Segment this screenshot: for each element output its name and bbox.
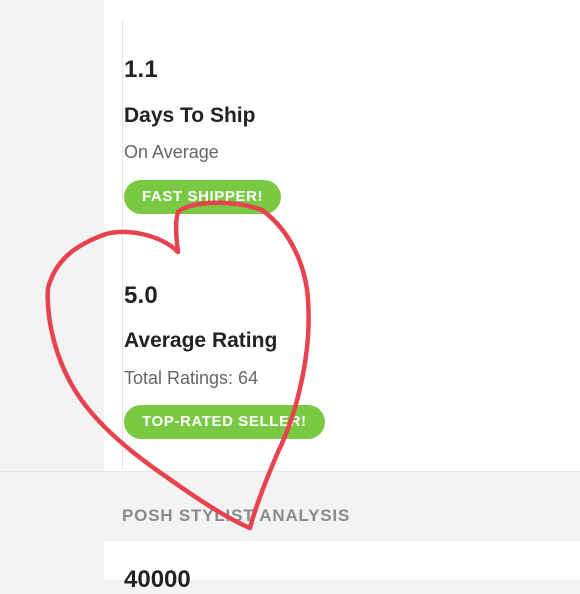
average-rating-label: Average Rating: [124, 329, 278, 352]
days-to-ship-label: Days To Ship: [124, 104, 256, 127]
card-left-border: [122, 20, 123, 470]
analysis-partial-value: 40000: [124, 566, 191, 593]
seller-stats-page: 1.1 Days To Ship On Average FAST SHIPPER…: [0, 0, 580, 593]
stats-card: [104, 0, 580, 471]
posh-stylist-analysis-heading: POSH STYLIST ANALYSIS: [122, 506, 351, 525]
average-rating-value: 5.0: [124, 282, 158, 309]
fast-shipper-badge: FAST SHIPPER!: [124, 180, 282, 214]
days-to-ship-sub: On Average: [124, 142, 219, 162]
top-rated-seller-badge: TOP-RATED SELLER!: [124, 405, 325, 439]
days-to-ship-value: 1.1: [124, 56, 158, 83]
total-ratings-count: Total Ratings: 64: [124, 368, 259, 388]
